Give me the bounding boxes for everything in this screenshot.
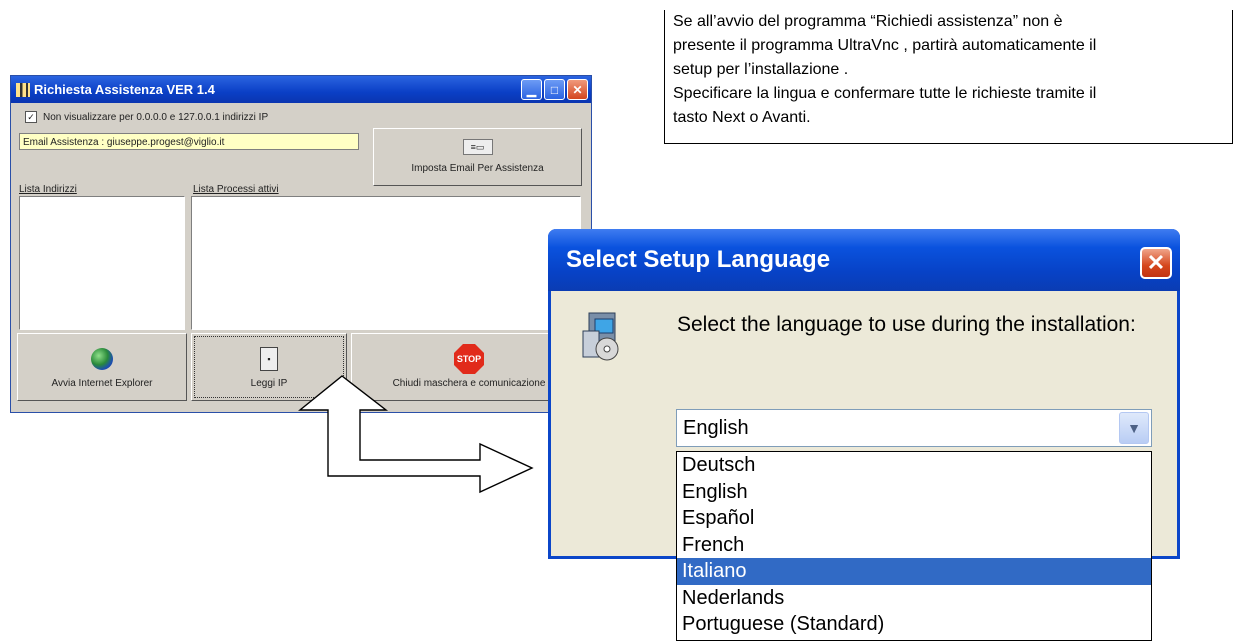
ip-document-icon: ▪ bbox=[260, 347, 278, 371]
set-email-button[interactable]: ≡▭ Imposta Email Per Assistenza bbox=[373, 128, 582, 186]
note-line: presente il programma UltraVnc , partirà… bbox=[673, 37, 1097, 54]
processes-list-label: Lista Processi attivi bbox=[193, 184, 279, 195]
minimize-button[interactable]: ▁ bbox=[521, 79, 542, 100]
language-dropdown-list: Deutsch English Español French Italiano … bbox=[676, 451, 1152, 641]
email-field[interactable]: Email Assistenza : giuseppe.progest@vigl… bbox=[19, 133, 359, 150]
addresses-list[interactable] bbox=[19, 196, 185, 330]
language-option[interactable]: Nederlands bbox=[677, 585, 1151, 612]
chevron-down-icon[interactable]: ▼ bbox=[1119, 412, 1149, 444]
language-option[interactable]: Deutsch bbox=[677, 452, 1151, 479]
ip-filter-label: Non visualizzare per 0.0.0.0 e 127.0.0.1… bbox=[43, 111, 269, 123]
processes-list[interactable] bbox=[191, 196, 581, 330]
note-line: setup per l’installazione . bbox=[673, 61, 849, 78]
language-option-highlighted[interactable]: Italiano bbox=[677, 558, 1151, 585]
setup-installer-icon bbox=[582, 312, 619, 361]
language-option[interactable]: English bbox=[677, 479, 1151, 506]
globe-icon bbox=[91, 348, 113, 370]
maximize-button[interactable]: □ bbox=[544, 79, 565, 100]
addresses-list-label: Lista Indirizzi bbox=[19, 184, 77, 195]
assist-window: Richiesta Assistenza VER 1.4 ▁ □ ✕ ✓ Non… bbox=[10, 75, 592, 413]
ip-filter-checkbox-row[interactable]: ✓ Non visualizzare per 0.0.0.0 e 127.0.0… bbox=[25, 111, 268, 123]
close-button[interactable]: ✕ bbox=[567, 79, 588, 100]
language-option[interactable]: French bbox=[677, 532, 1151, 559]
language-select[interactable]: English ▼ bbox=[676, 409, 1152, 447]
stop-icon: STOP bbox=[454, 344, 484, 374]
language-option[interactable]: Portuguese (Standard) bbox=[677, 611, 1151, 638]
open-ie-label: Avvia Internet Explorer bbox=[51, 378, 153, 389]
note-line: Se all’avvio del programma “Richiedi ass… bbox=[673, 13, 1063, 30]
email-settings-icon: ≡▭ bbox=[462, 139, 493, 155]
language-select-value: English bbox=[683, 417, 749, 439]
setup-dialog-titlebar[interactable]: Select Setup Language ✕ bbox=[548, 229, 1180, 291]
ip-filter-checkbox[interactable]: ✓ bbox=[25, 111, 37, 123]
setup-prompt: Select the language to use during the in… bbox=[677, 313, 1136, 336]
instruction-note: Se all’avvio del programma “Richiedi ass… bbox=[664, 10, 1233, 144]
setup-dialog-title: Select Setup Language bbox=[566, 246, 831, 273]
dialog-close-button[interactable]: ✕ bbox=[1140, 247, 1172, 279]
assist-window-titlebar[interactable]: Richiesta Assistenza VER 1.4 ▁ □ ✕ bbox=[11, 76, 591, 103]
note-line: tasto Next o Avanti. bbox=[673, 109, 811, 126]
language-option[interactable]: Español bbox=[677, 505, 1151, 532]
open-ie-button[interactable]: Avvia Internet Explorer bbox=[17, 333, 187, 401]
annotation-arrow bbox=[298, 375, 534, 494]
set-email-label: Imposta Email Per Assistenza bbox=[411, 163, 544, 174]
app-icon bbox=[16, 82, 30, 97]
assist-window-title: Richiesta Assistenza VER 1.4 bbox=[34, 82, 215, 97]
note-line: Specificare la lingua e confermare tutte… bbox=[673, 85, 1097, 102]
